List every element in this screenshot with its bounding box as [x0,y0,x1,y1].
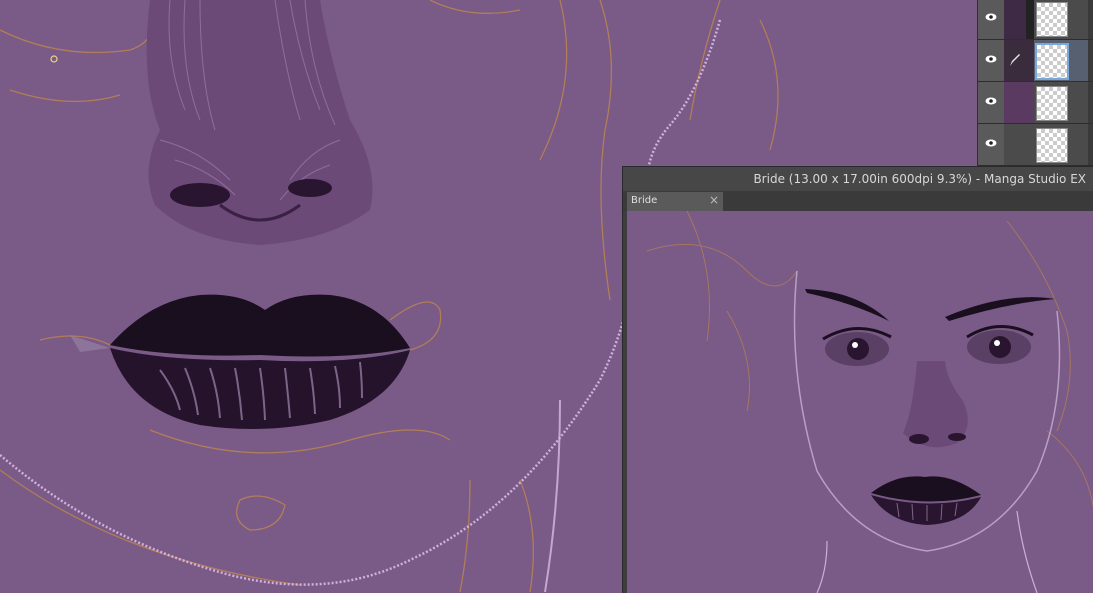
layer-visibility-toggle[interactable] [978,124,1004,165]
layers-scrollbar[interactable] [1088,124,1093,165]
tab-strip: Bride × [623,191,1093,211]
eye-icon [985,55,997,63]
window-title: Bride (13.00 x 17.00in 600dpi 9.3%) - Ma… [753,172,1086,186]
layer-visibility-toggle[interactable] [978,82,1004,123]
layer-row[interactable] [978,40,1093,82]
layers-scrollbar[interactable] [1088,40,1093,81]
layer-color-swatch [1026,0,1034,39]
pen-icon [1010,54,1020,66]
layer-row[interactable] [978,124,1093,166]
layer-lock-cell[interactable] [1004,124,1026,165]
close-icon[interactable]: × [709,193,719,207]
eye-icon [985,139,997,147]
layer-thumbnail[interactable] [1036,86,1068,121]
layer-lock-cell[interactable] [1004,82,1026,123]
layers-scrollbar[interactable] [1088,82,1093,123]
layer-edit-cell[interactable] [1004,40,1026,81]
layer-visibility-toggle[interactable] [978,0,1004,39]
layer-thumbnail[interactable] [1036,2,1068,37]
navigator-canvas[interactable] [627,211,1093,593]
layer-color-swatch [1026,124,1034,165]
layer-thumbnail[interactable] [1035,43,1069,80]
layer-row[interactable] [978,82,1093,124]
layer-color-swatch [1026,82,1034,123]
layer-color-swatch [1026,40,1034,81]
portrait-preview [627,211,1093,593]
layer-row[interactable] [978,0,1093,40]
eye-icon [985,13,997,21]
layer-thumbnail[interactable] [1036,128,1068,163]
layer-lock-cell[interactable] [1004,0,1026,39]
layer-visibility-toggle[interactable] [978,40,1004,81]
layers-panel [977,0,1093,168]
navigator-window: Bride (13.00 x 17.00in 600dpi 9.3%) - Ma… [622,166,1093,593]
window-titlebar[interactable]: Bride (13.00 x 17.00in 600dpi 9.3%) - Ma… [623,167,1093,191]
tab-bride[interactable]: Bride × [627,192,723,211]
tab-label: Bride [631,195,658,206]
eye-icon [985,97,997,105]
layers-scrollbar[interactable] [1088,0,1093,39]
